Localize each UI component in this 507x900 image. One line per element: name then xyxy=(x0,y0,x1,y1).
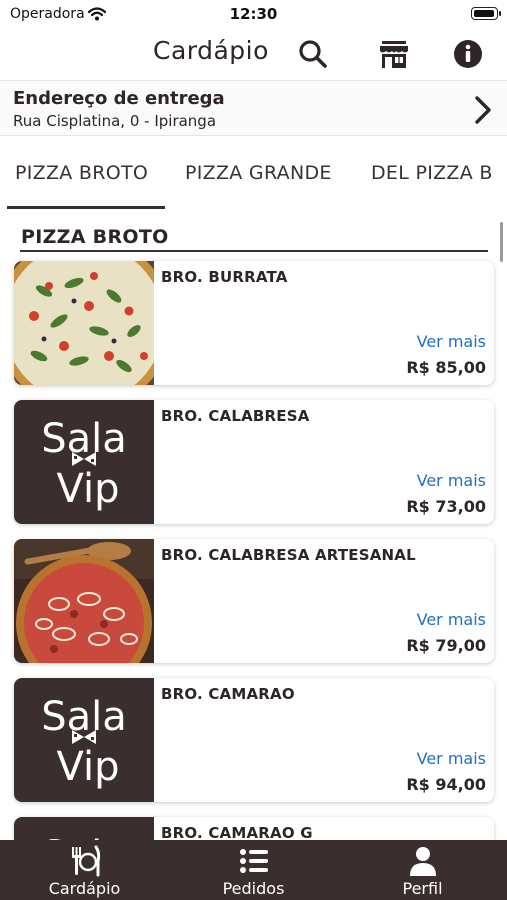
product-card[interactable]: BRO. CALABRESA ARTESANAL Ver mais R$ 79,… xyxy=(14,539,494,663)
product-image xyxy=(14,539,154,663)
clock: 12:30 xyxy=(229,5,278,23)
section-divider xyxy=(20,250,488,252)
svg-text:Sala: Sala xyxy=(41,416,127,462)
product-name: BRO. CALABRESA xyxy=(161,407,310,425)
section-title: PIZZA BROTO xyxy=(21,226,169,248)
address-line: Rua Cisplatina, 0 - Ipiranga xyxy=(13,112,217,130)
product-name: BRO. BURRATA xyxy=(161,268,288,286)
store-icon[interactable] xyxy=(378,38,410,70)
product-card[interactable]: Sala Vip BRO. CALABRESA Ver mais R$ 73,0… xyxy=(14,400,494,524)
nav-label: Pedidos xyxy=(222,879,285,898)
sala-vip-logo: Sala Vip xyxy=(14,400,154,524)
delivery-address-row[interactable]: Endereço de entrega Rua Cisplatina, 0 - … xyxy=(0,80,507,136)
nav-pedidos[interactable]: Pedidos xyxy=(169,840,338,900)
list-icon xyxy=(238,845,270,877)
see-more-link[interactable]: Ver mais xyxy=(417,332,486,351)
svg-text:Vip: Vip xyxy=(57,466,120,512)
category-tabs: PIZZA BROTO PIZZA GRANDE DEL PIZZA B xyxy=(0,152,507,210)
scrollbar[interactable] xyxy=(500,222,503,262)
svg-text:Sala: Sala xyxy=(41,694,127,740)
bottom-nav: Cardápio Pedidos Perfil xyxy=(0,840,507,900)
tab-pizza-broto[interactable]: PIZZA BROTO xyxy=(15,162,148,184)
address-title: Endereço de entrega xyxy=(13,88,225,109)
selected-tab-indicator xyxy=(7,206,165,209)
sala-vip-logo: Sala Vip xyxy=(14,678,154,802)
see-more-link[interactable]: Ver mais xyxy=(417,610,486,629)
user-icon xyxy=(407,845,439,877)
product-name: BRO. CAMARAO xyxy=(161,685,295,703)
cutlery-icon xyxy=(69,845,101,877)
nav-label: Cardápio xyxy=(48,879,121,898)
tab-del-pizza-b[interactable]: DEL PIZZA B xyxy=(371,162,493,184)
nav-cardapio[interactable]: Cardápio xyxy=(0,840,169,900)
product-price: R$ 79,00 xyxy=(406,636,486,655)
product-card[interactable]: Sala Vip BRO. CAMARAO Ver mais R$ 94,00 xyxy=(14,678,494,802)
battery-icon xyxy=(471,7,501,20)
info-icon[interactable] xyxy=(452,38,484,70)
svg-text:Vip: Vip xyxy=(57,744,120,790)
see-more-link[interactable]: Ver mais xyxy=(417,471,486,490)
product-name: BRO. CALABRESA ARTESANAL xyxy=(161,546,416,564)
product-card[interactable]: BRO. BURRATA Ver mais R$ 85,00 xyxy=(14,261,494,385)
product-price: R$ 85,00 xyxy=(406,358,486,377)
product-price: R$ 73,00 xyxy=(406,497,486,516)
product-image xyxy=(14,261,154,385)
see-more-link[interactable]: Ver mais xyxy=(417,749,486,768)
page-title: Cardápio xyxy=(153,36,269,65)
app-header: Cardápio xyxy=(0,28,507,78)
tab-pizza-grande[interactable]: PIZZA GRANDE xyxy=(185,162,332,184)
nav-perfil[interactable]: Perfil xyxy=(338,840,507,900)
status-bar: Operadora 12:30 xyxy=(0,0,507,28)
search-icon[interactable] xyxy=(297,38,329,70)
product-price: R$ 94,00 xyxy=(406,775,486,794)
chevron-right-icon xyxy=(473,95,493,125)
nav-label: Perfil xyxy=(402,879,443,898)
